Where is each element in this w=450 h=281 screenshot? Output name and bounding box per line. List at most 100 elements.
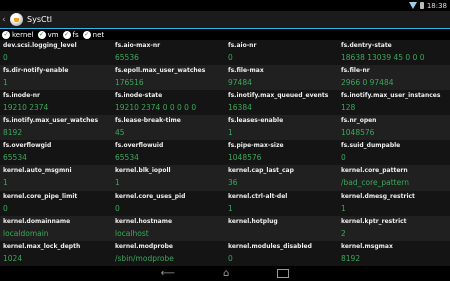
battery-icon (419, 2, 424, 9)
sysctl-value: 36 (228, 178, 238, 188)
sysctl-entry[interactable]: kernel.core_pipe_limit 0 (0, 190, 112, 216)
filter-label-vm[interactable]: vm (48, 31, 59, 39)
sysctl-entry[interactable]: fs.suid_dumpable 0 (338, 140, 450, 166)
sysctl-key: kernel.modules_disabled (228, 242, 312, 250)
sysctl-entry[interactable]: kernel.core_pattern/bad_core_pattern (338, 165, 450, 191)
sysctl-entry[interactable]: kernel.blk_iopoll 1 (112, 165, 225, 191)
sysctl-entry[interactable]: fs.lease-break-time 45 (112, 115, 225, 141)
sysctl-entry[interactable]: kernel.msgmax 8192 (338, 240, 450, 266)
sysctl-entry[interactable]: fs.inode-nr 19210 2374 (0, 90, 112, 116)
sysctl-key: kernel.core_pipe_limit (3, 192, 78, 200)
sysctl-entry[interactable]: fs.epoll.max_user_watches 176516 (112, 65, 225, 91)
sysctl-entry[interactable]: kernel.dmesg_restrict 1 (338, 190, 450, 216)
wifi-icon (408, 2, 417, 9)
sysctl-key: fs.aio-max-nr (115, 42, 161, 49)
home-icon[interactable]: ⌂ (223, 266, 229, 281)
sysctl-value: 0 (228, 53, 233, 62)
navigation-bar: ⟵ ⌂ (0, 266, 450, 281)
sysctl-value: 1 (341, 203, 346, 213)
sysctl-key: fs.leases-enable (228, 117, 284, 125)
sysctl-entry[interactable]: fs.inotify.max_user_instances 128 (338, 90, 450, 116)
sysctl-entry[interactable]: kernel.kptr_restrict 2 (338, 215, 450, 241)
sysctl-entry[interactable]: kernel.domainname localdomain (0, 215, 112, 241)
sysctl-entry[interactable]: fs.aio-max-nr 65536 (112, 40, 225, 66)
sysctl-entry[interactable]: fs.overflowgid 65534 (0, 140, 112, 166)
sysctl-entry[interactable]: fs.inotify.max_queued_events 16384 (225, 90, 338, 116)
sysctl-value: 8192 (3, 128, 23, 138)
sysctl-value: 0 (228, 253, 233, 263)
sysctl-entry[interactable]: kernel.max_lock_depth 1024 (0, 240, 112, 266)
sysctl-key: fs.aio-nr (228, 42, 257, 49)
sysctl-value: /sbin/modprobe (115, 253, 174, 263)
sysctl-key: dev.scsi.logging_level (3, 42, 77, 49)
sysctl-key: kernel.cap_last_cap (228, 167, 294, 175)
sysctl-value: 2966 0 97484 (341, 78, 394, 88)
sysctl-key: fs.file-max (228, 67, 264, 75)
up-caret-icon[interactable]: ‹ (2, 15, 8, 25)
sysctl-key: kernel.hostname (115, 217, 173, 225)
sysctl-key: fs.overflowgid (3, 142, 52, 150)
sysctl-key: fs.inotify.max_queued_events (228, 92, 329, 100)
sysctl-key: fs.overflowuid (115, 142, 164, 150)
sysctl-key: kernel.msgmax (341, 242, 393, 250)
app-title: SysCtl (27, 15, 52, 24)
sysctl-key: fs.epoll.max_user_watches (115, 67, 206, 75)
category-filter-bar: ✓ kernel ✓ vm ✓ fs ✓ net (2, 30, 106, 40)
sysctl-entry[interactable]: fs.inode-state 19210 2374 0 0 0 0 0 (112, 90, 225, 116)
sysctl-value: localhost (115, 228, 149, 238)
sysctl-key: fs.suid_dumpable (341, 142, 401, 150)
filter-checkbox-net[interactable]: ✓ (82, 31, 91, 39)
sysctl-key: fs.inode-nr (3, 92, 40, 100)
sysctl-entry[interactable]: kernel.modules_disabled 0 (225, 240, 338, 266)
sysctl-value: 19210 2374 0 0 0 0 0 (115, 103, 197, 113)
sysctl-entry[interactable]: kernel.hotplug (225, 215, 338, 241)
sysctl-entry[interactable]: fs.overflowuid 65534 (112, 140, 225, 166)
sysctl-value: 0 (115, 203, 120, 213)
sysctl-entry[interactable]: fs.leases-enable 1 (225, 115, 338, 141)
sysctl-entry[interactable]: fs.aio-nr 0 (225, 40, 338, 66)
sysctl-value: localdomain (3, 228, 49, 238)
sysctl-value: 1048576 (341, 128, 375, 138)
sysctl-key: kernel.ctrl-alt-del (228, 192, 288, 200)
sysctl-key: fs.nr_open (341, 117, 377, 125)
sysctl-entry[interactable]: dev.scsi.logging_level 0 (0, 40, 112, 66)
sysctl-entry[interactable]: fs.file-max 97484 (225, 65, 338, 91)
recent-apps-icon[interactable] (277, 269, 290, 278)
sysctl-entry[interactable]: fs.dentry-state 18638 13039 45 0 0 0 (338, 40, 450, 66)
sysctl-entry[interactable]: fs.file-nr 2966 0 97484 (338, 65, 450, 91)
sysctl-value: 0 (3, 53, 8, 62)
sysctl-entry[interactable]: kernel.cap_last_cap 36 (225, 165, 338, 191)
sysctl-entry[interactable]: kernel.modprobe/sbin/modprobe (112, 240, 225, 266)
filter-label-fs[interactable]: fs (73, 31, 79, 39)
sysctl-entry[interactable]: kernel.core_uses_pid 0 (112, 190, 225, 216)
filter-checkbox-fs[interactable]: ✓ (62, 31, 71, 39)
sysctl-value: 176516 (115, 78, 144, 88)
sysctl-value: 1048576 (228, 153, 262, 163)
sysctl-value: 18638 13039 45 0 0 0 (341, 53, 425, 62)
filter-checkbox-vm[interactable]: ✓ (37, 31, 46, 39)
sysctl-entry[interactable]: fs.pipe-max-size 1048576 (225, 140, 338, 166)
sysctl-entry[interactable]: fs.inotify.max_user_watches 8192 (0, 115, 112, 141)
sysctl-key: fs.inotify.max_user_instances (341, 92, 441, 100)
app-logo-icon[interactable] (10, 13, 23, 26)
sysctl-entry[interactable]: kernel.ctrl-alt-del 1 (225, 190, 338, 216)
sysctl-key: kernel.blk_iopoll (115, 167, 171, 175)
sysctl-value: 1 (3, 178, 8, 188)
sysctl-value: 1 (228, 203, 233, 213)
filter-checkbox-kernel[interactable]: ✓ (2, 31, 10, 39)
sysctl-entry[interactable]: kernel.auto_msgmni 1 (0, 165, 112, 191)
action-bar[interactable]: ‹ SysCtl (0, 11, 450, 28)
filter-label-net[interactable]: net (93, 31, 105, 39)
sysctl-value: 2 (341, 228, 346, 238)
sysctl-key: kernel.hotplug (228, 217, 278, 225)
sysctl-key: kernel.auto_msgmni (3, 167, 72, 175)
sysctl-value: 16384 (228, 103, 252, 113)
sysctl-entry[interactable]: fs.dir-notify-enable 1 (0, 65, 112, 91)
sysctl-key: kernel.max_lock_depth (3, 242, 81, 250)
sysctl-value: 45 (115, 128, 125, 138)
sysctl-entry[interactable]: fs.nr_open 1048576 (338, 115, 450, 141)
sysctl-entry[interactable]: kernel.hostname localhost (112, 215, 225, 241)
filter-label-kernel[interactable]: kernel (12, 31, 34, 39)
sysctl-value: 0 (3, 203, 8, 213)
back-icon[interactable]: ⟵ (161, 266, 175, 281)
